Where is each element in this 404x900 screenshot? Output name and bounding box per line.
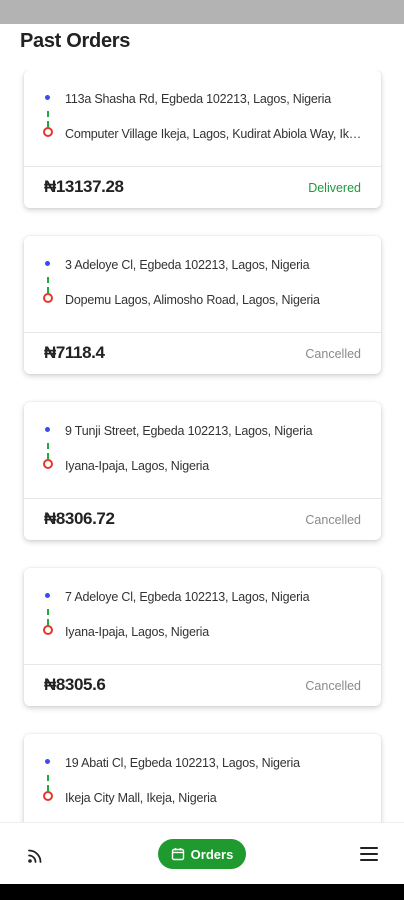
route-connector-line (47, 775, 49, 791)
bottom-nav: Orders (0, 822, 404, 885)
card-divider (24, 664, 381, 665)
order-route: 7 Adeloye Cl, Egbeda 102213, Lagos, Nige… (24, 568, 381, 664)
route-connector-line (47, 443, 49, 459)
system-navigation-bar (0, 884, 404, 900)
orders-nav-button[interactable]: Orders (158, 839, 246, 869)
orders-list[interactable]: 113a Shasha Rd, Egbeda 102213, Lagos, Ni… (0, 70, 404, 822)
order-price: ₦7118.4 (44, 343, 105, 362)
pickup-address: 113a Shasha Rd, Egbeda 102213, Lagos, Ni… (65, 92, 331, 106)
order-price: ₦8305.6 (44, 675, 106, 694)
dropoff-address: Ikeja City Mall, Ikeja, Nigeria (65, 791, 217, 805)
order-card[interactable]: 19 Abati Cl, Egbeda 102213, Lagos, Niger… (24, 734, 381, 822)
order-price: ₦8306.72 (44, 509, 115, 528)
order-route: 113a Shasha Rd, Egbeda 102213, Lagos, Ni… (24, 70, 381, 166)
order-price: ₦13137.28 (44, 177, 124, 196)
order-status: Cancelled (305, 679, 361, 693)
dropoff-marker-icon (43, 293, 53, 303)
order-route: 9 Tunji Street, Egbeda 102213, Lagos, Ni… (24, 402, 381, 498)
order-card[interactable]: 113a Shasha Rd, Egbeda 102213, Lagos, Ni… (24, 70, 381, 208)
order-card[interactable]: 7 Adeloye Cl, Egbeda 102213, Lagos, Nige… (24, 568, 381, 706)
orders-nav-label: Orders (190, 846, 234, 862)
pickup-dot-icon (45, 261, 50, 266)
pickup-dot-icon (45, 95, 50, 100)
page-title: Past Orders (20, 30, 131, 52)
order-card[interactable]: 3 Adeloye Cl, Egbeda 102213, Lagos, Nige… (24, 236, 381, 374)
pickup-dot-icon (45, 427, 50, 432)
dropoff-marker-icon (43, 127, 53, 137)
pickup-address: 3 Adeloye Cl, Egbeda 102213, Lagos, Nige… (65, 258, 310, 272)
card-divider (24, 166, 381, 167)
order-route: 3 Adeloye Cl, Egbeda 102213, Lagos, Nige… (24, 236, 381, 332)
dropoff-marker-icon (43, 791, 53, 801)
card-divider (24, 498, 381, 499)
route-connector-line (47, 277, 49, 293)
pickup-address: 7 Adeloye Cl, Egbeda 102213, Lagos, Nige… (65, 590, 310, 604)
status-bar (0, 0, 404, 24)
pickup-address: 9 Tunji Street, Egbeda 102213, Lagos, Ni… (65, 424, 313, 438)
dropoff-address: Iyana-Ipaja, Lagos, Nigeria (65, 459, 209, 473)
order-status: Cancelled (305, 347, 361, 361)
hamburger-menu-icon (360, 847, 378, 861)
dropoff-marker-icon (43, 459, 53, 469)
pickup-dot-icon (45, 759, 50, 764)
route-connector-line (47, 609, 49, 625)
dropoff-address: Dopemu Lagos, Alimosho Road, Lagos, Nige… (65, 293, 320, 307)
feed-button[interactable] (26, 845, 46, 865)
rss-feed-icon (28, 849, 42, 863)
card-divider (24, 332, 381, 333)
dropoff-marker-icon (43, 625, 53, 635)
pickup-address: 19 Abati Cl, Egbeda 102213, Lagos, Niger… (65, 756, 300, 770)
order-card[interactable]: 9 Tunji Street, Egbeda 102213, Lagos, Ni… (24, 402, 381, 540)
pickup-dot-icon (45, 593, 50, 598)
calendar-icon (171, 848, 184, 861)
order-status: Cancelled (305, 513, 361, 527)
order-status: Delivered (308, 181, 361, 195)
route-connector-line (47, 111, 49, 127)
dropoff-address: Iyana-Ipaja, Lagos, Nigeria (65, 625, 209, 639)
order-route: 19 Abati Cl, Egbeda 102213, Lagos, Niger… (24, 734, 381, 822)
menu-button[interactable] (360, 847, 378, 861)
dropoff-address: Computer Village Ikeja, Lagos, Kudirat A… (65, 127, 365, 141)
